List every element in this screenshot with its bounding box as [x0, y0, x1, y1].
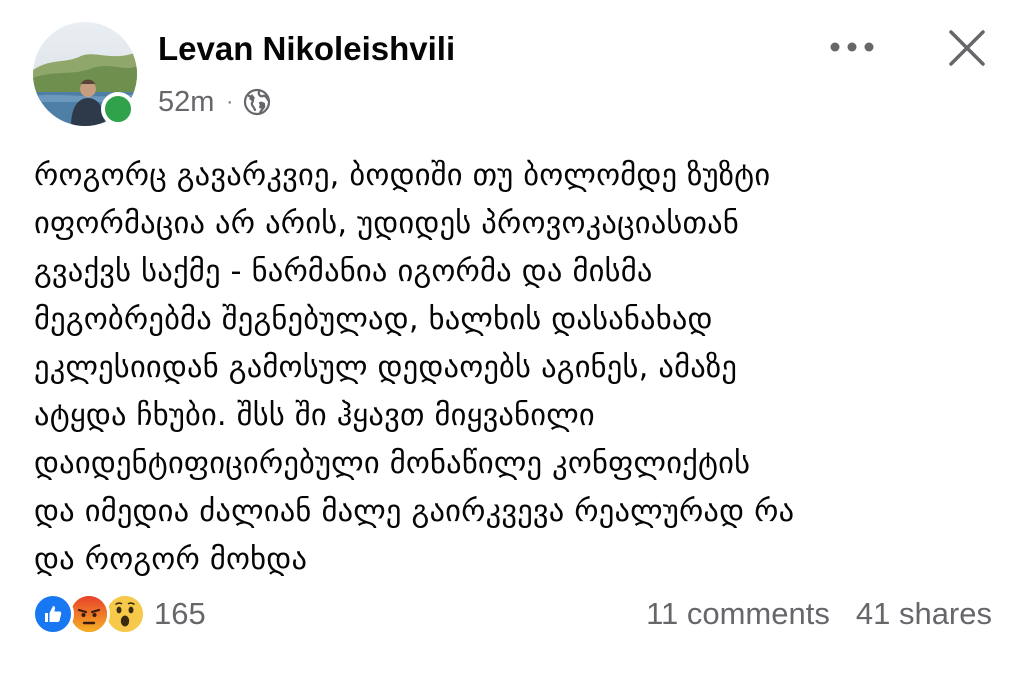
more-options-button[interactable] — [826, 30, 878, 64]
angry-icon — [68, 593, 110, 635]
close-button[interactable] — [943, 24, 991, 72]
post-body: როგორც გავარკვიე, ბოდიში თუ ბოლომდე ზუზტ… — [34, 152, 1000, 584]
post-body-line: როგორც გავარკვიე, ბოდიში თუ ბოლომდე ზუზტ… — [34, 158, 771, 193]
reactions-summary[interactable]: 165 — [32, 590, 206, 638]
post-footer: 165 11 comments 41 shares — [32, 588, 992, 640]
post-body-line: დაიდენტიფიცირებული მონაწილე კონფლიქტის — [34, 446, 751, 481]
post-body-line: გვაქვს საქმე - ნარმანია იგორმა და მისმა — [34, 254, 653, 289]
like-icon — [32, 593, 74, 635]
close-icon — [949, 30, 985, 66]
post-meta: 52m · — [158, 84, 271, 120]
author-name[interactable]: Levan Nikoleishvili — [158, 30, 455, 68]
post-body-line: იფორმაცია არ არის, უდიდეს პროვოკაციასთან — [34, 206, 739, 241]
post-body-line: და როგორ მოხდა — [34, 542, 308, 577]
facebook-post: Levan Nikoleishvili 52m · როგორც გავარკვ… — [0, 0, 1024, 673]
post-body-line: და იმედია ძალიან მალე გაირკვევა რეალურად… — [34, 494, 795, 529]
globe-icon[interactable] — [243, 88, 271, 116]
engagement-stats: 11 comments 41 shares — [646, 592, 992, 636]
online-status-indicator — [101, 92, 135, 126]
meta-separator: · — [226, 90, 234, 113]
post-body-line: მეგობრებმა შეგნებულად, ხალხის დასანახად — [34, 302, 713, 337]
comments-count-link[interactable]: 11 comments — [646, 596, 830, 632]
wow-icon — [104, 593, 146, 635]
shares-count-link[interactable]: 41 shares — [856, 596, 992, 632]
more-icon — [830, 42, 874, 52]
post-body-line: ატყდა ჩხუბი. შსს ში ჰყავთ მიყვანილი — [34, 398, 595, 433]
reaction-count: 165 — [154, 596, 206, 631]
post-timestamp[interactable]: 52m — [158, 86, 214, 119]
post-body-line: ეკლესიიდან გამოსულ დედაოებს აგინეს, ამაზ… — [34, 350, 738, 385]
